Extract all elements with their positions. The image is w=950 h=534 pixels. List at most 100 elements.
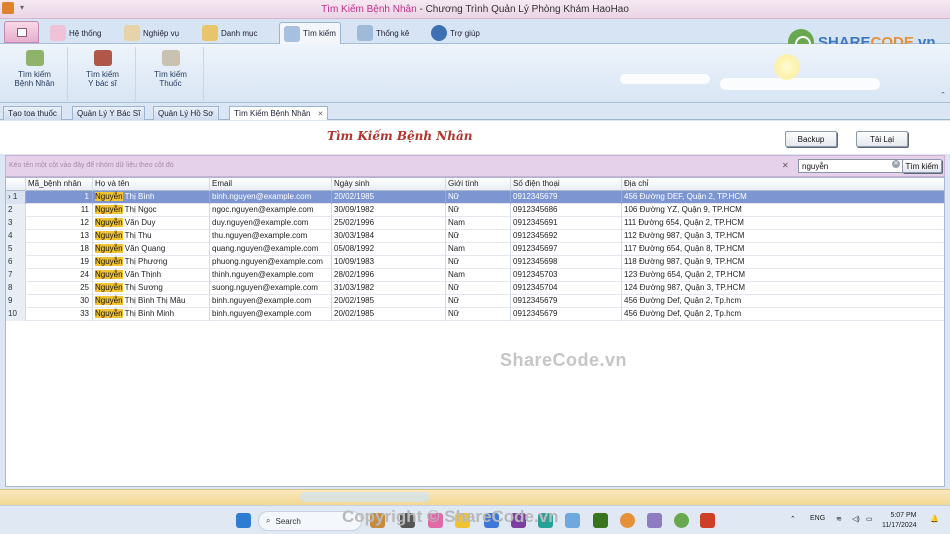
windows-start-icon[interactable]	[236, 513, 251, 528]
cell-name[interactable]: Nguyễn Văn Quang	[93, 243, 210, 256]
search-input[interactable]: nguyễn	[798, 159, 904, 173]
volume-icon[interactable]: ◁)	[852, 515, 860, 523]
chrome-icon[interactable]	[620, 513, 635, 528]
table-row[interactable]: 5 18 Nguyễn Văn Quang quang.nguyen@example.…	[6, 243, 944, 256]
row-indicator[interactable]: 7	[6, 269, 26, 282]
cell-address[interactable]: 456 Đường Def, Quận 2, Tp.hcm	[622, 308, 944, 321]
cell-name[interactable]: Nguyễn Thị Sương	[93, 282, 210, 295]
cell-gender[interactable]: Nữ	[446, 282, 511, 295]
column-header-name[interactable]: Họ và tên	[93, 178, 210, 191]
search-button[interactable]: Tìm kiếm	[902, 159, 942, 173]
cell-name[interactable]: Nguyễn Thị Bình Thị Mâu	[93, 295, 210, 308]
tab-tro-giup[interactable]: Trợ giúp	[427, 22, 484, 44]
cell-dob[interactable]: 20/02/1985	[332, 295, 446, 308]
cell-email[interactable]: suong.nguyen@example.com	[210, 282, 332, 295]
tab-he-thong[interactable]: Hệ thống	[46, 22, 105, 44]
cell-name[interactable]: Nguyễn Thị Ngọc	[93, 204, 210, 217]
taskbar-clock[interactable]: 5:07 PM 11/17/2024	[882, 511, 917, 531]
doc-tab-tim-kiem-benh-nhan[interactable]: Tìm Kiếm Bệnh Nhân ✕	[229, 106, 329, 120]
cell-email[interactable]: duy.nguyen@example.com	[210, 217, 332, 230]
table-row[interactable]: 8 25 Nguyễn Thị Sương suong.nguyen@example.…	[6, 282, 944, 295]
doc-tab-tao-toa-thuoc[interactable]: Tạo toa thuốc	[3, 106, 62, 120]
cell-gender[interactable]: Nữ	[446, 204, 511, 217]
close-tab-icon[interactable]: ✕	[317, 111, 323, 118]
photos-icon[interactable]	[565, 513, 580, 528]
row-indicator[interactable]: › 1	[6, 191, 26, 204]
column-header-gender[interactable]: Giới tính	[446, 178, 511, 191]
cell-phone[interactable]: 0912345686	[511, 204, 622, 217]
cell-address[interactable]: 117 Đường 654, Quận 8, TP.HCM	[622, 243, 944, 256]
tab-tim-kiem[interactable]: Tìm kiếm	[279, 22, 341, 44]
cell-phone[interactable]: 0912345679	[511, 308, 622, 321]
clear-search-icon[interactable]: ✕	[892, 160, 900, 168]
doc-tab-quan-ly-y-bac-si[interactable]: Quản Lý Y Bác Sĩ	[72, 106, 146, 120]
cell-address[interactable]: 106 Đường YZ, Quận 9, TP.HCM	[622, 204, 944, 217]
cell-phone[interactable]: 0912345703	[511, 269, 622, 282]
cell-gender[interactable]: Nữ	[446, 230, 511, 243]
tray-chevron-icon[interactable]: ⌃	[790, 515, 796, 523]
cell-gender[interactable]: Nữ	[446, 308, 511, 321]
cell-dob[interactable]: 31/03/1982	[332, 282, 446, 295]
collapse-ribbon-icon[interactable]: ⌃	[940, 91, 946, 99]
cell-address[interactable]: 456 Đường Def, Quận 2, Tp.hcm	[622, 295, 944, 308]
cell-dob[interactable]: 10/09/1983	[332, 256, 446, 269]
cell-id[interactable]: 19	[26, 256, 93, 269]
cell-name[interactable]: Nguyễn Thị Bình Minh	[93, 308, 210, 321]
cell-dob[interactable]: 20/02/1985	[332, 308, 446, 321]
cell-address[interactable]: 456 Đường DEF, Quận 2, TP.HCM	[622, 191, 944, 204]
cell-name[interactable]: Nguyễn Văn Duy	[93, 217, 210, 230]
backup-button[interactable]: Backup	[785, 131, 837, 147]
table-row[interactable]: 2 11 Nguyễn Thị Ngọc ngoc.nguyen@example.co…	[6, 204, 944, 217]
close-search-icon[interactable]: ✕	[782, 161, 789, 170]
cell-gender[interactable]: Nam	[446, 243, 511, 256]
cell-address[interactable]: 112 Đường 987, Quận 3, TP.HCM	[622, 230, 944, 243]
cell-dob[interactable]: 25/02/1996	[332, 217, 446, 230]
cell-gender[interactable]: Nữ	[446, 295, 511, 308]
search-patient-button[interactable]: Tìm kiếm Bệnh Nhân	[2, 47, 68, 101]
cell-name[interactable]: Nguyễn Thị Phương	[93, 256, 210, 269]
cell-address[interactable]: 124 Đường 987, Quận 3, TP.HCM	[622, 282, 944, 295]
group-by-panel[interactable]: Kéo tên một cột vào đây để nhóm dữ liệu …	[5, 155, 945, 177]
cell-dob[interactable]: 30/09/1982	[332, 204, 446, 217]
column-header-id[interactable]: Mã_bệnh nhân	[26, 178, 93, 191]
tab-nghiep-vu[interactable]: Nghiệp vụ	[120, 22, 183, 44]
xbox-icon[interactable]	[593, 513, 608, 528]
cell-phone[interactable]: 0912345697	[511, 243, 622, 256]
cell-dob[interactable]: 28/02/1996	[332, 269, 446, 282]
search-medicine-button[interactable]: Tìm kiếm Thuốc	[138, 47, 204, 101]
language-indicator[interactable]: ENG	[810, 515, 825, 522]
column-header-phone[interactable]: Số điện thoại	[511, 178, 622, 191]
cell-phone[interactable]: 0912345698	[511, 256, 622, 269]
cell-gender[interactable]: Nam	[446, 217, 511, 230]
cell-id[interactable]: 30	[26, 295, 93, 308]
cell-id[interactable]: 24	[26, 269, 93, 282]
table-row[interactable]: › 1 1 Nguyễn Thị Bình binh.nguyen@example.c…	[6, 191, 944, 204]
cell-gender[interactable]: Nam	[446, 269, 511, 282]
cell-id[interactable]: 1	[26, 191, 93, 204]
column-header-dob[interactable]: Ngày sinh	[332, 178, 446, 191]
cell-id[interactable]: 12	[26, 217, 93, 230]
table-row[interactable]: 4 13 Nguyễn Thị Thu thu.nguyen@example.com 3…	[6, 230, 944, 243]
cell-address[interactable]: 123 Đường 654, Quận 2, TP.HCM	[622, 269, 944, 282]
table-row[interactable]: 6 19 Nguyễn Thị Phương phuong.nguyen@exampl…	[6, 256, 944, 269]
cell-name[interactable]: Nguyễn Thị Thu	[93, 230, 210, 243]
row-indicator[interactable]: 10	[6, 308, 26, 321]
column-header-address[interactable]: Địa chỉ	[622, 178, 944, 191]
tab-thong-ke[interactable]: Thống kê	[353, 22, 413, 44]
cell-address[interactable]: 118 Đường 987, Quận 9, TP.HCM	[622, 256, 944, 269]
cell-id[interactable]: 13	[26, 230, 93, 243]
table-row[interactable]: 3 12 Nguyễn Văn Duy duy.nguyen@example.com 2…	[6, 217, 944, 230]
row-indicator[interactable]: 6	[6, 256, 26, 269]
patient-grid[interactable]: Mã_bệnh nhân Họ và tên Email Ngày sinh G…	[5, 177, 945, 487]
cell-address[interactable]: 111 Đường 654, Quận 2, TP.HCM	[622, 217, 944, 230]
cell-dob[interactable]: 20/02/1985	[332, 191, 446, 204]
row-indicator[interactable]: 3	[6, 217, 26, 230]
cell-phone[interactable]: 0912345679	[511, 295, 622, 308]
cell-dob[interactable]: 30/03/1984	[332, 230, 446, 243]
cell-phone[interactable]: 0912345679	[511, 191, 622, 204]
table-row[interactable]: 10 33 Nguyễn Thị Bình Minh binh.nguyen@exam…	[6, 308, 944, 321]
battery-icon[interactable]: ▭	[866, 515, 873, 523]
cell-gender[interactable]: Nữ	[446, 191, 511, 204]
cell-gender[interactable]: Nữ	[446, 256, 511, 269]
cell-email[interactable]: quang.nguyen@example.com	[210, 243, 332, 256]
